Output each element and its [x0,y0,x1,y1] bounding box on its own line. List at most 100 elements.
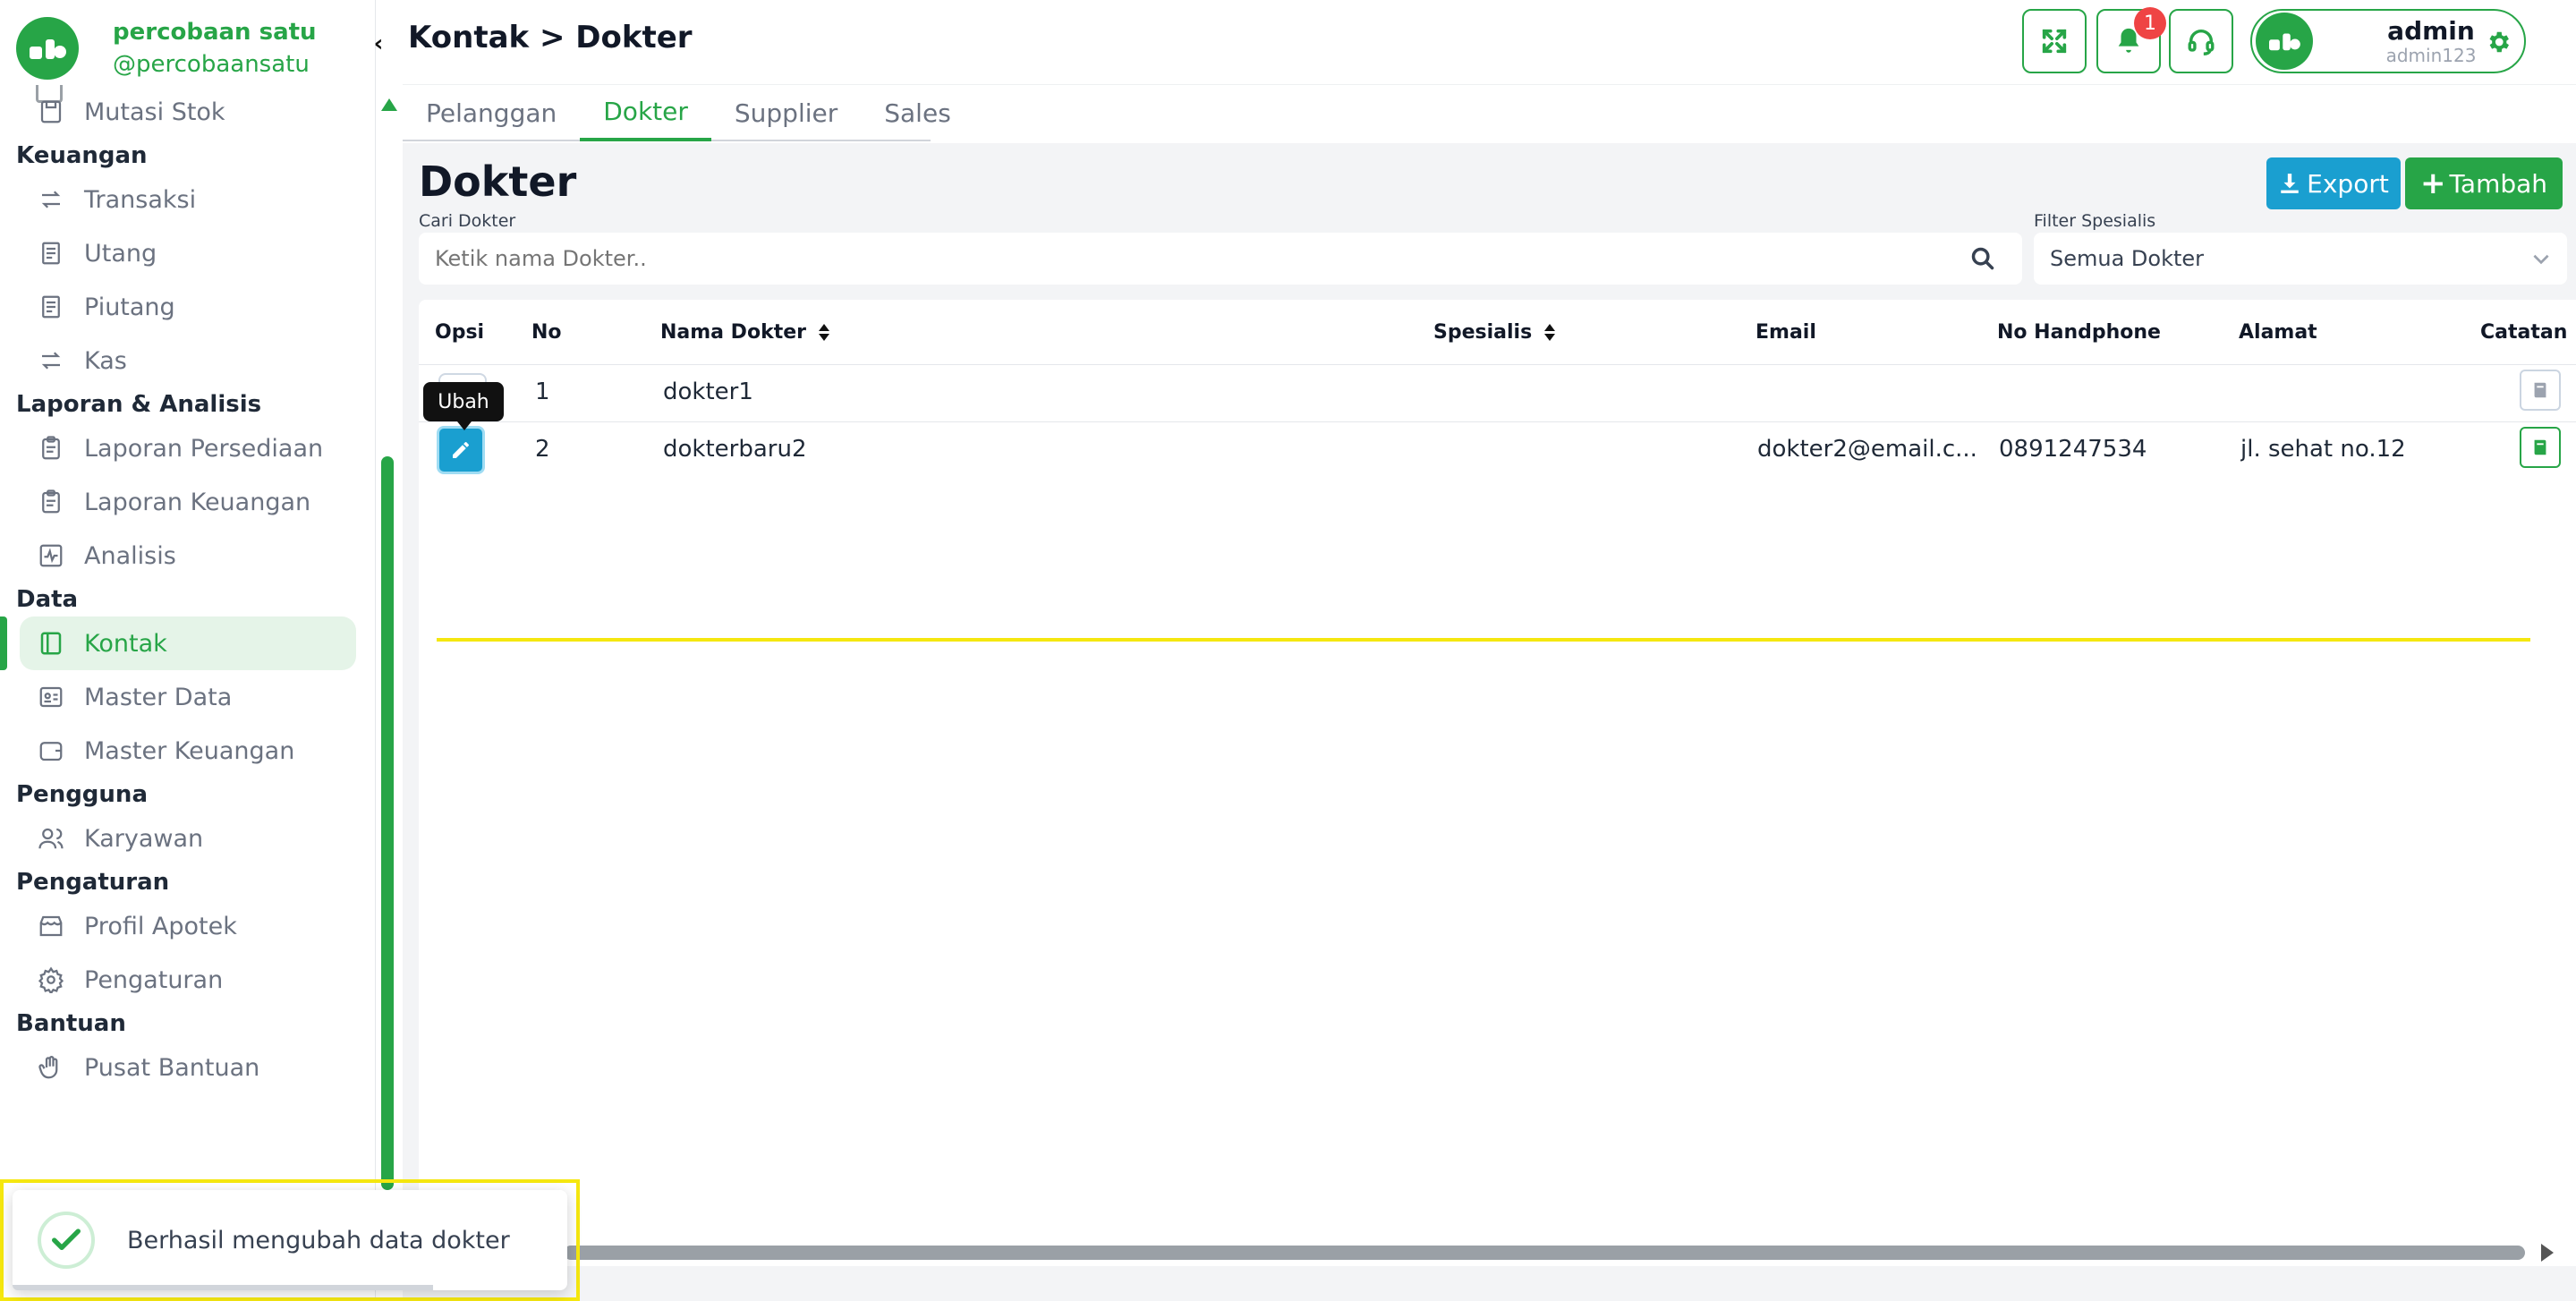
sidebar-item-label: Transaksi [84,185,197,214]
fullscreen-button[interactable] [2022,9,2087,73]
search-label: Cari Dokter [419,211,516,231]
search-icon[interactable] [1970,246,1995,271]
sidebar-item-label: Profil Apotek [84,912,237,940]
note-button[interactable] [2520,427,2561,468]
sidebar-item-laporan-persediaan[interactable]: Laporan Persediaan [0,421,367,475]
tab-dokter[interactable]: Dokter [580,85,711,141]
table-horizontal-scrollbar[interactable] [564,1246,2525,1260]
sidebar-item-kas[interactable]: Kas [0,334,367,387]
sidebar-item-profil-apotek[interactable]: Profil Apotek [0,899,367,953]
user-menu[interactable]: admin admin123 [2250,9,2526,73]
sort-icon[interactable] [1544,323,1556,342]
nav-section-title: Bantuan [16,1010,126,1037]
pencil-icon [453,442,469,458]
specialist-filter-select[interactable]: Semua Dokter [2034,233,2567,285]
row-highlight [437,638,2530,642]
sidebar-item-kontak[interactable]: Kontak [0,616,356,670]
breadcrumb: Kontak > Dokter [408,20,693,55]
chart-pulse-icon [36,540,66,571]
nav-section-title: Pengaturan [16,869,170,896]
add-label: Tambah [2449,168,2548,199]
header-divider [419,364,2576,365]
expand-icon [2042,29,2067,54]
edit-button[interactable] [437,426,485,474]
receipt-icon [36,292,66,322]
search-field [419,233,2022,285]
sidebar-item-label: Kas [84,346,127,375]
cell-alamat: jl. sehat no.12 [2240,436,2406,463]
book-icon [2534,382,2546,398]
brand-name: percobaan satu [113,19,317,46]
clipboard-icon [36,487,66,517]
download-icon [2281,174,2299,193]
brand: percobaan satu @percobaansatu [16,16,317,81]
notification-badge: 1 [2134,7,2166,39]
sidebar-scrollbar[interactable] [379,89,397,1190]
sidebar-item-label: Mutasi Stok [84,98,225,126]
contact-tabs: Pelanggan Dokter Supplier Sales [403,85,951,141]
sidebar-item-label: Pengaturan [84,965,224,994]
tab-supplier[interactable]: Supplier [711,85,861,141]
col-no: No [531,321,562,344]
col-nama-dokter[interactable]: Nama Dokter [660,321,829,344]
sidebar-item-karyawan[interactable]: Karyawan [0,812,367,865]
page-title: Dokter [419,157,577,206]
toast-message: Berhasil mengubah data dokter [127,1226,510,1254]
cell-no: 2 [535,436,550,463]
scroll-thumb[interactable] [381,456,394,1190]
headset-icon [2188,30,2215,55]
sidebar-item-master-data[interactable]: Master Data [0,670,367,724]
tab-pelanggan[interactable]: Pelanggan [403,85,580,141]
sidebar-item-utang[interactable]: Utang [0,226,367,280]
collapse-sidebar-icon[interactable]: ‹ [365,30,392,57]
sidebar-item-label: Master Data [84,683,233,711]
users-icon [36,823,66,854]
sidebar-item-transaksi[interactable]: Transaksi [0,173,367,226]
brand-handle: @percobaansatu [113,51,310,78]
add-doctor-button[interactable]: + Tambah [2405,157,2563,209]
search-input[interactable] [419,233,1940,285]
id-card-icon [36,682,66,712]
success-toast[interactable]: Berhasil mengubah data dokter [13,1190,567,1290]
sidebar-item-label: Analisis [84,541,176,570]
scroll-right-icon[interactable] [2541,1244,2554,1262]
sidebar-item-analisis[interactable]: Analisis [0,529,367,582]
sidebar-item-pengaturan[interactable]: Pengaturan [0,953,367,1007]
sidebar-item-label: Karyawan [84,824,204,853]
book-icon [2534,439,2546,455]
note-button[interactable] [2520,370,2561,411]
gear-icon [36,965,66,995]
export-button[interactable]: Export [2266,157,2401,209]
top-header: Kontak > Dokter 1 admin admin123 [403,0,2576,85]
save-icon [36,97,66,127]
sidebar-item-mutasi-stok[interactable]: Mutasi Stok [0,85,367,139]
export-label: Export [2307,168,2389,199]
col-spesialis[interactable]: Spesialis [1433,321,1556,344]
row-divider [419,421,2576,422]
sidebar: percobaan satu @percobaansatu Mutasi Sto… [0,0,376,1301]
sidebar-item-pusat-bantuan[interactable]: Pusat Bantuan [0,1041,367,1094]
scroll-up-icon[interactable] [381,98,397,111]
cell-no: 1 [535,378,550,405]
doctor-table: Opsi No Nama Dokter Spesialis Email No H… [419,300,2576,1266]
clipboard-icon [36,433,66,463]
exchange-icon [36,345,66,376]
sidebar-item-label: Laporan Persediaan [84,434,324,463]
sort-icon[interactable] [818,323,829,342]
sidebar-item-master-keuangan[interactable]: Master Keuangan [0,724,367,778]
sidebar-item-piutang[interactable]: Piutang [0,280,367,334]
user-username: admin123 [2385,45,2477,66]
gear-icon[interactable] [2485,29,2512,55]
toast-progress [13,1285,433,1290]
sidebar-item-laporan-keuangan[interactable]: Laporan Keuangan [0,475,367,529]
sidebar-item-label: Utang [84,239,157,268]
support-button[interactable] [2169,9,2233,73]
notification-button[interactable]: 1 [2096,7,2166,73]
nav-section-title: Data [16,586,79,613]
sidebar-item-label: Pusat Bantuan [84,1053,260,1082]
wallet-icon [36,736,66,766]
tab-sales[interactable]: Sales [861,85,974,141]
contact-book-icon [36,628,66,659]
hand-icon [36,1052,66,1083]
edit-tooltip: Ubah [423,382,504,430]
